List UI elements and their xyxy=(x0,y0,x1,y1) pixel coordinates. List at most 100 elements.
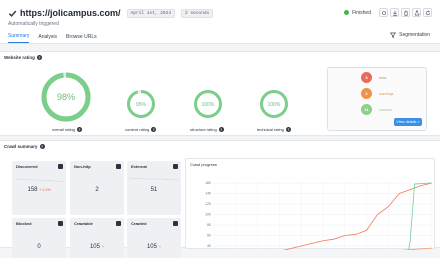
check-icon xyxy=(8,10,17,17)
view-details-button[interactable]: View details > xyxy=(394,118,422,126)
error-count-badge: 3 xyxy=(361,72,372,83)
info-icon xyxy=(116,221,121,226)
website-rating-title: Website rating ? xyxy=(4,55,42,60)
y-tick-label: 120 xyxy=(205,202,211,206)
content-rating-label-text: content rating xyxy=(125,127,150,132)
refresh-button[interactable] xyxy=(423,8,432,17)
metric-value: 105 xyxy=(89,244,100,250)
help-icon[interactable]: ? xyxy=(285,127,291,132)
metric-title: Discovered xyxy=(16,164,38,169)
duration-chip: 2 seconds xyxy=(181,8,214,18)
metric-card-crawlable[interactable]: Crawlable 105 + xyxy=(70,218,124,258)
status-text: Finished xyxy=(352,9,371,16)
y-tick-label: 100 xyxy=(205,213,211,217)
metric-value-wrap: 158 + 1.2% xyxy=(12,187,66,193)
metric-delta: + xyxy=(158,245,162,249)
segmentation-button[interactable]: Segmentation xyxy=(390,32,430,38)
metric-value: 0 xyxy=(37,244,41,250)
info-icon xyxy=(58,221,63,226)
y-tick-label: 140 xyxy=(205,192,211,196)
content-rating-gauge: 95% xyxy=(127,90,155,118)
warnings-count-badge: 2 xyxy=(361,88,372,99)
info-icon xyxy=(116,164,121,169)
technical-rating-label: technical rating ? xyxy=(257,127,291,132)
metric-title: Crawled xyxy=(131,221,147,226)
issue-row-error[interactable]: 3 error xyxy=(361,72,387,83)
error-label: error xyxy=(379,75,387,80)
sparkline xyxy=(129,177,179,181)
download-icon xyxy=(392,10,397,16)
status-area: Finished xyxy=(344,8,432,17)
help-icon[interactable]: ? xyxy=(151,127,157,132)
tab-analysis[interactable]: Analysis xyxy=(38,34,57,43)
gear-icon xyxy=(381,10,386,15)
info-icon xyxy=(173,164,178,169)
metric-value: 158 xyxy=(27,187,38,193)
help-icon[interactable]: ? xyxy=(36,55,42,60)
help-icon[interactable]: ? xyxy=(39,144,45,149)
metric-title: Blocked xyxy=(16,221,32,226)
content-rating-label: content rating ? xyxy=(125,127,157,132)
metric-value: 2 xyxy=(95,187,99,193)
tab-browse-urls[interactable]: Browse URLs xyxy=(66,34,97,43)
overall-rating-label-text: overall rating xyxy=(52,127,75,132)
structure-rating-label-text: structure rating xyxy=(190,127,217,132)
info-icon xyxy=(173,221,178,226)
warnings-label: warnings xyxy=(379,91,394,96)
metric-title: Non-http xyxy=(74,164,91,169)
site-row: https://jolicampus.com/ April 1st, 2024 … xyxy=(8,7,214,19)
tab-bar: Summary Analysis Browse URLs xyxy=(8,31,106,43)
y-tick-label: 80 xyxy=(207,223,211,227)
segmentation-label: Segmentation xyxy=(399,32,430,38)
technical-rating-value: 100% xyxy=(268,102,281,108)
share-button[interactable] xyxy=(412,8,421,17)
page-header: https://jolicampus.com/ April 1st, 2024 … xyxy=(0,0,440,44)
success-label: success xyxy=(379,107,392,112)
y-tick-label: 60 xyxy=(207,234,211,238)
tab-summary[interactable]: Summary xyxy=(8,33,30,43)
overall-rating-label: overall rating ? xyxy=(52,127,82,132)
content-rating-value: 95% xyxy=(136,102,147,108)
y-tick-label: 160 xyxy=(205,181,211,185)
filter-icon xyxy=(390,32,397,38)
structure-rating-label: structure rating ? xyxy=(190,127,224,132)
refresh-icon xyxy=(425,9,430,15)
help-icon[interactable]: ? xyxy=(76,127,82,132)
delete-button[interactable] xyxy=(401,8,410,17)
crawl-summary-title: Crawl summary ? xyxy=(4,144,45,149)
issue-row-warnings[interactable]: 2 warnings xyxy=(361,88,393,99)
info-icon xyxy=(58,164,63,169)
website-rating-panel: Website rating ? 98% overall rating ? 95… xyxy=(0,51,440,136)
metric-title: Crawlable xyxy=(74,221,93,226)
date-chip: April 1st, 2024 xyxy=(126,8,176,18)
structure-rating-value: 100% xyxy=(202,102,215,108)
crawl-summary-panel: Crawl summary ? Discovered 158 + 1.2% Non… xyxy=(0,140,440,258)
metric-value-wrap: 105 + xyxy=(127,244,181,250)
structure-rating-gauge: 100% xyxy=(194,90,222,118)
metric-card-external[interactable]: External 51 xyxy=(127,161,181,215)
technical-rating-label-text: technical rating xyxy=(257,127,284,132)
trigger-label: Automatically triggered xyxy=(8,21,59,27)
success-count-badge: 11 xyxy=(361,104,372,115)
technical-rating-gauge: 100% xyxy=(260,90,288,118)
trash-icon xyxy=(403,10,408,16)
metric-card-discovered[interactable]: Discovered 158 + 1.2% xyxy=(12,161,66,215)
metric-title: External xyxy=(131,164,147,169)
download-button[interactable] xyxy=(390,8,399,17)
overall-rating-value: 98% xyxy=(57,92,75,102)
issue-summary-box: 3 error 2 warnings 11 success View detai… xyxy=(327,67,427,131)
settings-button[interactable] xyxy=(379,8,388,17)
metric-card-crawled[interactable]: Crawled 105 + xyxy=(127,218,181,258)
metric-card-non-http[interactable]: Non-http 2 xyxy=(70,161,124,215)
share-icon xyxy=(414,9,419,15)
help-icon[interactable]: ? xyxy=(218,127,224,132)
metric-delta: + xyxy=(101,245,105,249)
website-rating-title-text: Website rating xyxy=(4,55,35,60)
status-dot xyxy=(344,10,350,15)
issue-row-success[interactable]: 11 success xyxy=(361,104,392,115)
site-url[interactable]: https://jolicampus.com/ xyxy=(20,8,121,18)
metric-card-blocked[interactable]: Blocked 0 xyxy=(12,218,66,258)
metric-delta: + 1.2% xyxy=(39,188,51,192)
crawl-progress-plot: 160140120100806040200 xyxy=(205,181,433,250)
sparkline xyxy=(14,178,64,182)
